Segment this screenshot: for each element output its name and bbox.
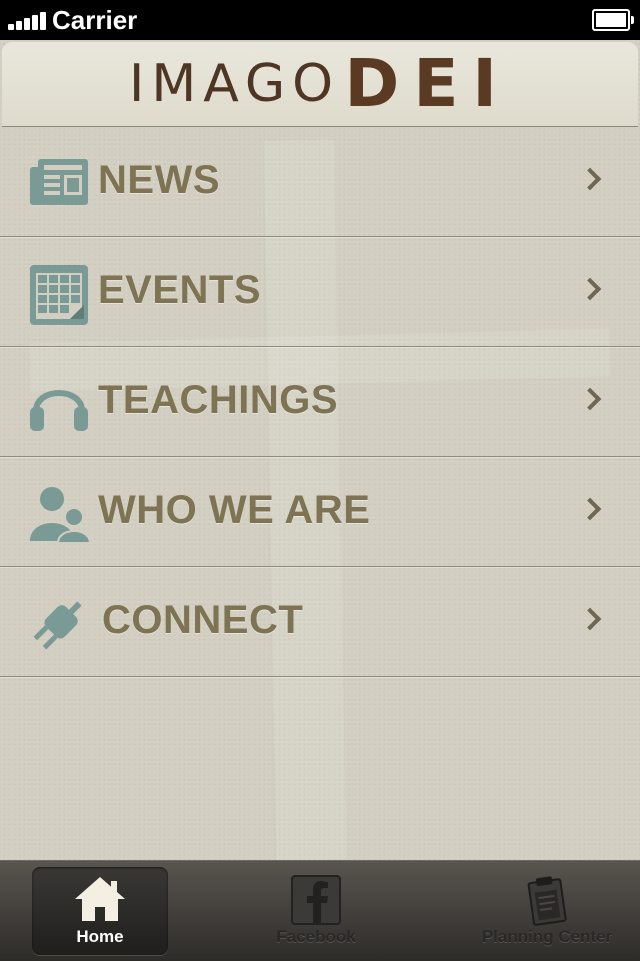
tab-label: Planning Center <box>481 927 613 946</box>
logo-dei-text: DEI <box>344 45 511 122</box>
chevron-right-icon <box>578 167 602 191</box>
status-bar: Carrier <box>0 0 640 40</box>
clipboard-icon <box>527 876 567 926</box>
plug-icon <box>33 601 82 650</box>
tab-home[interactable]: Home <box>32 867 168 955</box>
menu-item-news[interactable]: NEWS <box>0 127 640 237</box>
chevron-right-icon <box>578 497 602 521</box>
people-icon <box>30 487 90 544</box>
menu-item-label: NEWS <box>98 158 220 202</box>
menu-item-teachings[interactable]: TEACHINGS <box>0 347 640 457</box>
tab-bar: Home Facebook Planning Center <box>0 860 640 961</box>
calendar-icon <box>30 265 88 325</box>
tab-planning-center[interactable]: Planning Center <box>476 867 618 955</box>
signal-strength-icon <box>8 10 48 30</box>
newspaper-icon <box>30 159 88 205</box>
tab-label: Facebook <box>276 927 356 946</box>
carrier-label: Carrier <box>52 5 138 35</box>
main-menu: NEWS EVENTS TEACHINGS WHO WE ARE CONNECT <box>0 127 640 677</box>
menu-item-label: EVENTS <box>98 268 262 312</box>
menu-item-label: WHO WE ARE <box>98 488 371 532</box>
logo-imago-text: IMAGO <box>129 54 341 114</box>
menu-item-connect[interactable]: CONNECT <box>0 567 640 677</box>
headphones-icon <box>30 390 88 431</box>
menu-item-label: TEACHINGS <box>98 378 339 422</box>
menu-item-label: CONNECT <box>102 598 304 642</box>
app-content: IMAGO DEI NEWS EVENTS TEACHINGS WHO WE A… <box>0 40 640 860</box>
tab-label: Home <box>76 927 124 946</box>
home-icon <box>75 877 125 921</box>
menu-item-who-we-are[interactable]: WHO WE ARE <box>0 457 640 567</box>
menu-item-events[interactable]: EVENTS <box>0 237 640 347</box>
battery-icon <box>592 9 634 31</box>
chevron-right-icon <box>578 387 602 411</box>
chevron-right-icon <box>578 607 602 631</box>
chevron-right-icon <box>578 277 602 301</box>
facebook-icon <box>291 875 341 925</box>
tab-facebook[interactable]: Facebook <box>248 867 384 955</box>
imago-dei-logo: IMAGO DEI <box>2 51 638 117</box>
app-header: IMAGO DEI <box>2 42 638 127</box>
